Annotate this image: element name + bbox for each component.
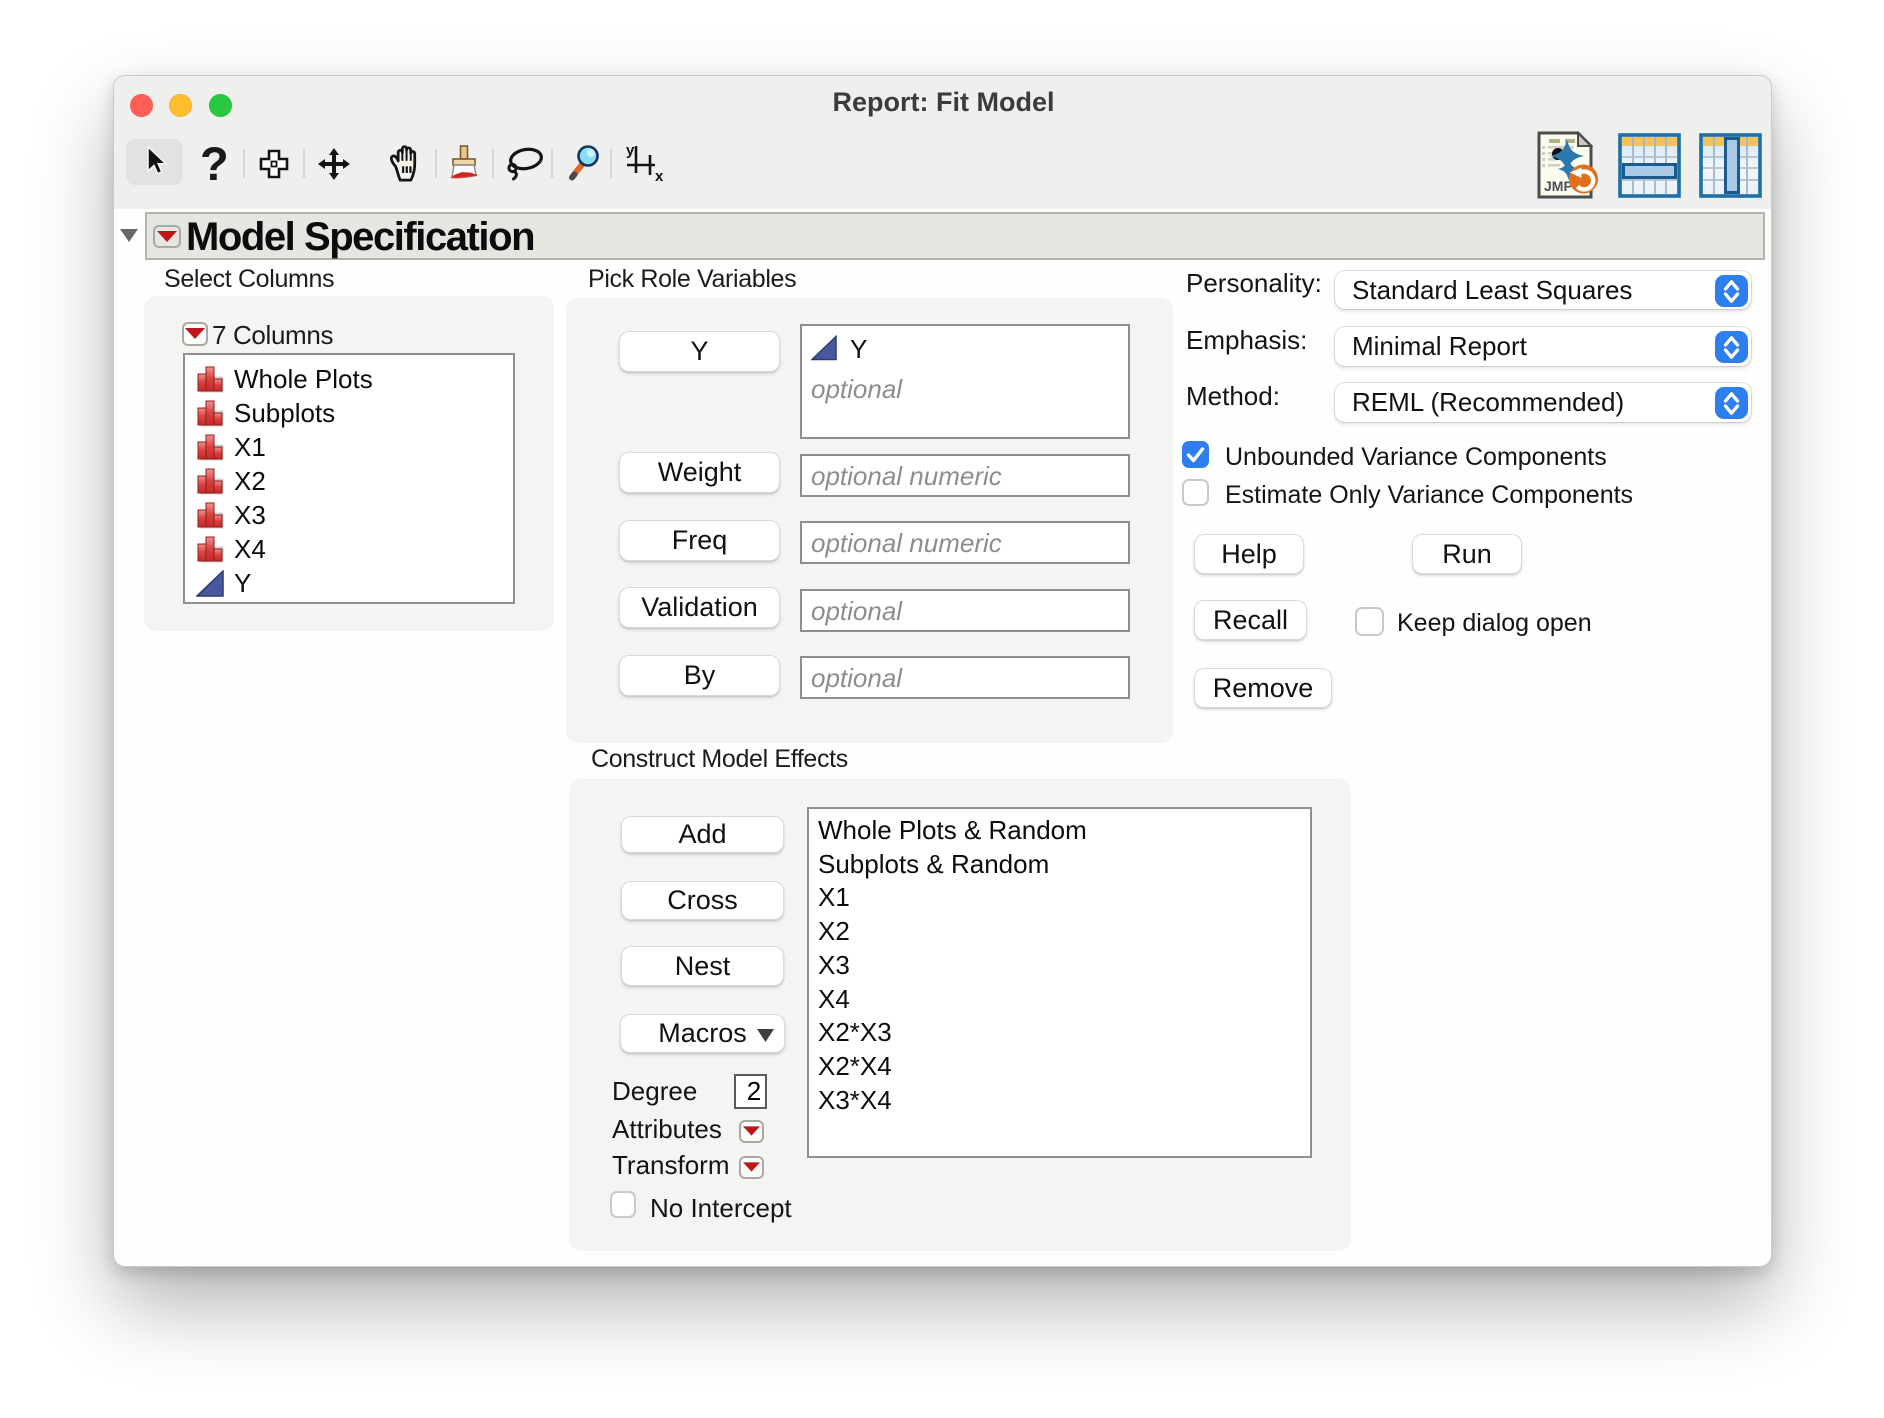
svg-text:JMP: JMP <box>1544 178 1573 194</box>
svg-text:x: x <box>655 168 664 183</box>
svg-text:y: y <box>626 143 635 159</box>
